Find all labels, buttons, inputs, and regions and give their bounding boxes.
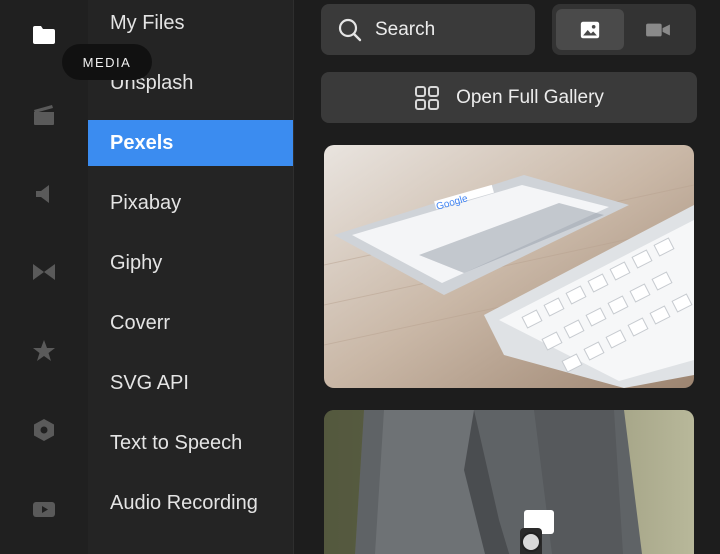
youtube-icon [33,502,55,517]
star-icon [33,340,55,361]
hexagon-icon [34,419,54,441]
tablet-keyboard-photo: Google [324,145,694,388]
media-nav-button[interactable] [22,13,66,57]
favorites-nav-button[interactable] [22,329,66,373]
gallery-button-label: Open Full Gallery [456,86,604,108]
media-source-list: My Files Unsplash Pexels Pixabay Giphy C… [88,0,294,554]
source-coverr[interactable]: Coverr [88,300,294,346]
source-pexels[interactable]: Pexels [88,120,293,166]
source-pixabay[interactable]: Pixabay [88,180,294,226]
search-icon [338,18,362,41]
image-icon [580,21,600,38]
audio-nav-button[interactable] [22,172,66,216]
grid-icon [415,85,440,110]
video-nav-button[interactable] [22,93,66,137]
speaker-icon [36,185,49,203]
source-my-files[interactable]: My Files [88,0,294,46]
images-type-button[interactable] [556,9,624,50]
icon-rail: MEDIA [0,0,152,554]
clapperboard-icon [34,105,54,125]
photo-thumbnail[interactable] [324,410,694,554]
videos-type-button[interactable] [624,9,692,50]
search-label: Search [375,18,436,40]
suit-photo [324,410,694,554]
source-svg-api[interactable]: SVG API [88,360,294,406]
transitions-nav-button[interactable] [22,250,66,294]
source-audio-recording[interactable]: Audio Recording [88,480,294,526]
photo-thumbnail[interactable]: Google [324,145,694,388]
search-box[interactable]: Search [321,4,535,55]
open-full-gallery-button[interactable]: Open Full Gallery [321,72,697,123]
source-text-to-speech[interactable]: Text to Speech [88,420,294,466]
elements-nav-button[interactable] [22,408,66,452]
video-camera-icon [646,23,670,36]
media-browser: Search Open Full Gallery Google [294,0,720,554]
folder-icon [33,26,55,44]
media-type-toggle [552,4,696,55]
source-giphy[interactable]: Giphy [88,240,294,286]
transition-icon [33,264,55,280]
youtube-nav-button[interactable] [22,487,66,531]
media-tooltip: MEDIA [62,44,152,80]
